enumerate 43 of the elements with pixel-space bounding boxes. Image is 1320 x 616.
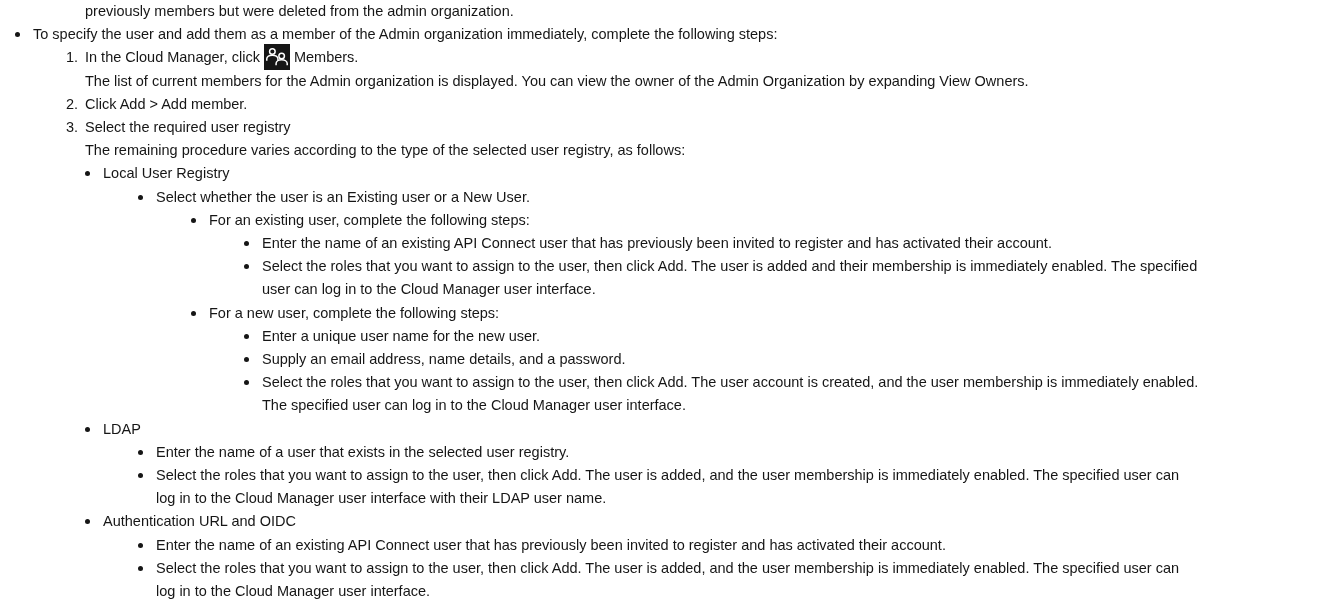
paragraph-text: previously members but were deleted from the admin organization.	[84, 2, 515, 21]
bullet-icon	[138, 565, 143, 571]
list-item-text: Select the roles that you want to assign to the user, then click Add. The user is added and their membership is immediately enabled. The specified user can log in to the Cloud Manager user interface.	[262, 258, 1198, 298]
bullet-icon	[138, 473, 143, 479]
list-item-text: Select the roles that you want to assign to the user, then click Add. The user is added, and the user membership is immediately enabled. The specified user can log in to the Cloud Manager user interface with their LDAP user name.	[156, 467, 1180, 507]
bullet-icon	[244, 333, 249, 339]
step-note: The remaining procedure varies according to the type of the selected user registry, as follows:	[85, 141, 687, 161]
step-text: Select the required user registry	[85, 119, 291, 135]
step-note: The list of current members for the Admin organization is displayed. You can view the owner of the Admin Organization by expanding View Owners.	[85, 71, 1030, 91]
step-text: Click Add > Add member.	[85, 95, 248, 112]
step-number: 2.	[66, 94, 80, 114]
list-item-text: Enter a unique user name for the new user.	[262, 327, 541, 344]
bullet-icon	[138, 542, 143, 548]
list-item-text: Select whether the user is an Existing user or a New User.	[156, 188, 530, 205]
bullet-icon	[191, 217, 196, 223]
members-icon	[263, 44, 290, 71]
bullet-icon	[85, 519, 90, 525]
bullet-icon	[244, 380, 249, 386]
list-item-text: To specify the user and add them as a member of the Admin organization immediately, complete the following steps:	[33, 26, 778, 43]
bullet-icon	[15, 32, 20, 38]
step-number: 1.	[66, 48, 80, 68]
list-item-text: Select the roles that you want to assign to the user, then click Add. The user is added, and the user membership is immediately enabled. The specified user can log in to the Cloud Manager user interface.	[156, 559, 1180, 600]
bullet-icon	[138, 449, 143, 455]
list-item-text: For an existing user, complete the following steps:	[209, 211, 530, 228]
list-item-text: Enter the name of an existing API Connect user that has previously been invited to register and has activated their account.	[156, 536, 946, 553]
step-text: In the Cloud Manager, click	[85, 49, 260, 66]
bullet-icon	[244, 264, 249, 270]
bullet-icon	[244, 241, 249, 247]
list-item-text: Supply an email address, name details, and a password.	[262, 351, 626, 368]
list-item-text: LDAP	[103, 420, 141, 437]
step-number: 3.	[66, 118, 80, 137]
list-item-text: Authentication URL and OIDC	[103, 513, 296, 530]
bullet-icon	[85, 171, 90, 177]
bullet-icon	[191, 310, 196, 316]
list-item-text: Local User Registry	[103, 165, 230, 182]
list-item-text: Enter the name of an existing API Connect user that has previously been invited to register and has activated their account.	[262, 235, 1052, 252]
list-item-text: For a new user, complete the following steps:	[209, 304, 500, 321]
list-item-text: Enter the name of a user that exists in the selected user registry.	[156, 443, 570, 460]
bullet-icon	[244, 357, 249, 363]
list-item-text: Select the roles that you want to assign to the user, then click Add. The user account is created, and the user membership is immediately enabled. The specified user can log in to the Cloud Manager user interface.	[262, 374, 1199, 414]
bullet-icon	[85, 426, 90, 432]
step-text: Members.	[293, 49, 359, 66]
bullet-icon	[138, 194, 143, 200]
